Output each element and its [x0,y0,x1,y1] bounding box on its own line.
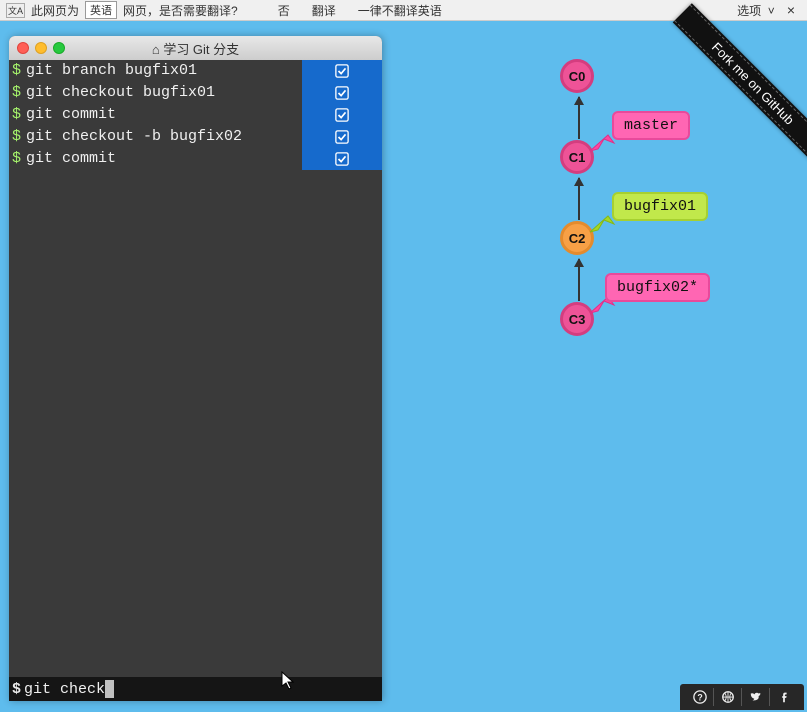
commit-arrow [578,259,580,301]
terminal-input[interactable]: $ git check [9,677,382,701]
check-icon [302,148,382,170]
terminal-line: $ git checkout -b bugfix02 [9,126,382,148]
commit-node-c0[interactable]: C0 [560,59,594,93]
question-icon[interactable]: ? [686,688,714,706]
branch-tag-master[interactable]: master [612,111,690,140]
prompt: $ [9,148,26,170]
translate-text-2: 网页，是否需要翻译? [123,2,238,19]
commit-label: C1 [569,150,586,165]
terminal-titlebar[interactable]: ⌂ 学习 Git 分支 [9,36,382,60]
terminal-window: ⌂ 学习 Git 分支 $ git branch bugfix01 $ git … [9,36,382,701]
prompt: $ [9,60,26,82]
check-icon [302,126,382,148]
mouse-cursor-icon [281,671,297,696]
terminal-line: $ git branch bugfix01 [9,60,382,82]
terminal-line: $ git checkout bugfix01 [9,82,382,104]
terminal-line: $ git commit [9,104,382,126]
prompt: $ [9,681,24,698]
command-text: git checkout bugfix01 [26,82,302,104]
detected-language[interactable]: 英语 [85,1,117,19]
translate-text-1: 此网页为 [31,2,79,19]
command-text: git commit [26,148,302,170]
facebook-icon[interactable] [770,688,798,706]
commit-arrow [578,97,580,139]
check-icon [302,104,382,126]
translate-no-button[interactable]: 否 [270,2,298,19]
check-icon [302,60,382,82]
terminal-line: $ git commit [9,148,382,170]
commit-label: C2 [569,231,586,246]
canvas-area: Fork me on GitHub C0 C1 C2 C3 master bug… [0,21,807,712]
prompt: $ [9,82,26,104]
prompt: $ [9,104,26,126]
svg-text:?: ? [697,693,702,703]
prompt: $ [9,126,26,148]
branch-label: bugfix02* [617,279,698,296]
branch-tag-bugfix02[interactable]: bugfix02* [605,273,710,302]
branch-label: master [624,117,678,134]
translate-icon: 文A [6,3,25,18]
text-cursor [105,680,114,698]
terminal-body: $ git branch bugfix01 $ git checkout bug… [9,60,382,677]
translate-never-button[interactable]: 一律不翻译英语 [350,2,450,19]
branch-tag-bugfix01[interactable]: bugfix01 [612,192,708,221]
commit-arrow [578,178,580,220]
check-icon [302,82,382,104]
command-text: git commit [26,104,302,126]
globe-icon[interactable] [714,688,742,706]
input-text: git check [24,681,105,698]
twitter-icon[interactable] [742,688,770,706]
commit-label: C3 [569,312,586,327]
translate-yes-button[interactable]: 翻译 [304,2,344,19]
bottom-toolbar: ? [680,684,804,710]
fork-ribbon-link[interactable]: Fork me on GitHub [673,3,807,164]
commit-label: C0 [569,69,586,84]
branch-label: bugfix01 [624,198,696,215]
home-icon: ⌂ [152,42,163,57]
translate-close-button[interactable]: × [781,2,801,18]
translate-options-dropdown[interactable]: 选项 ˅ [737,2,775,19]
terminal-title: ⌂ 学习 Git 分支 [9,39,382,58]
command-text: git branch bugfix01 [26,60,302,82]
command-text: git checkout -b bugfix02 [26,126,302,148]
